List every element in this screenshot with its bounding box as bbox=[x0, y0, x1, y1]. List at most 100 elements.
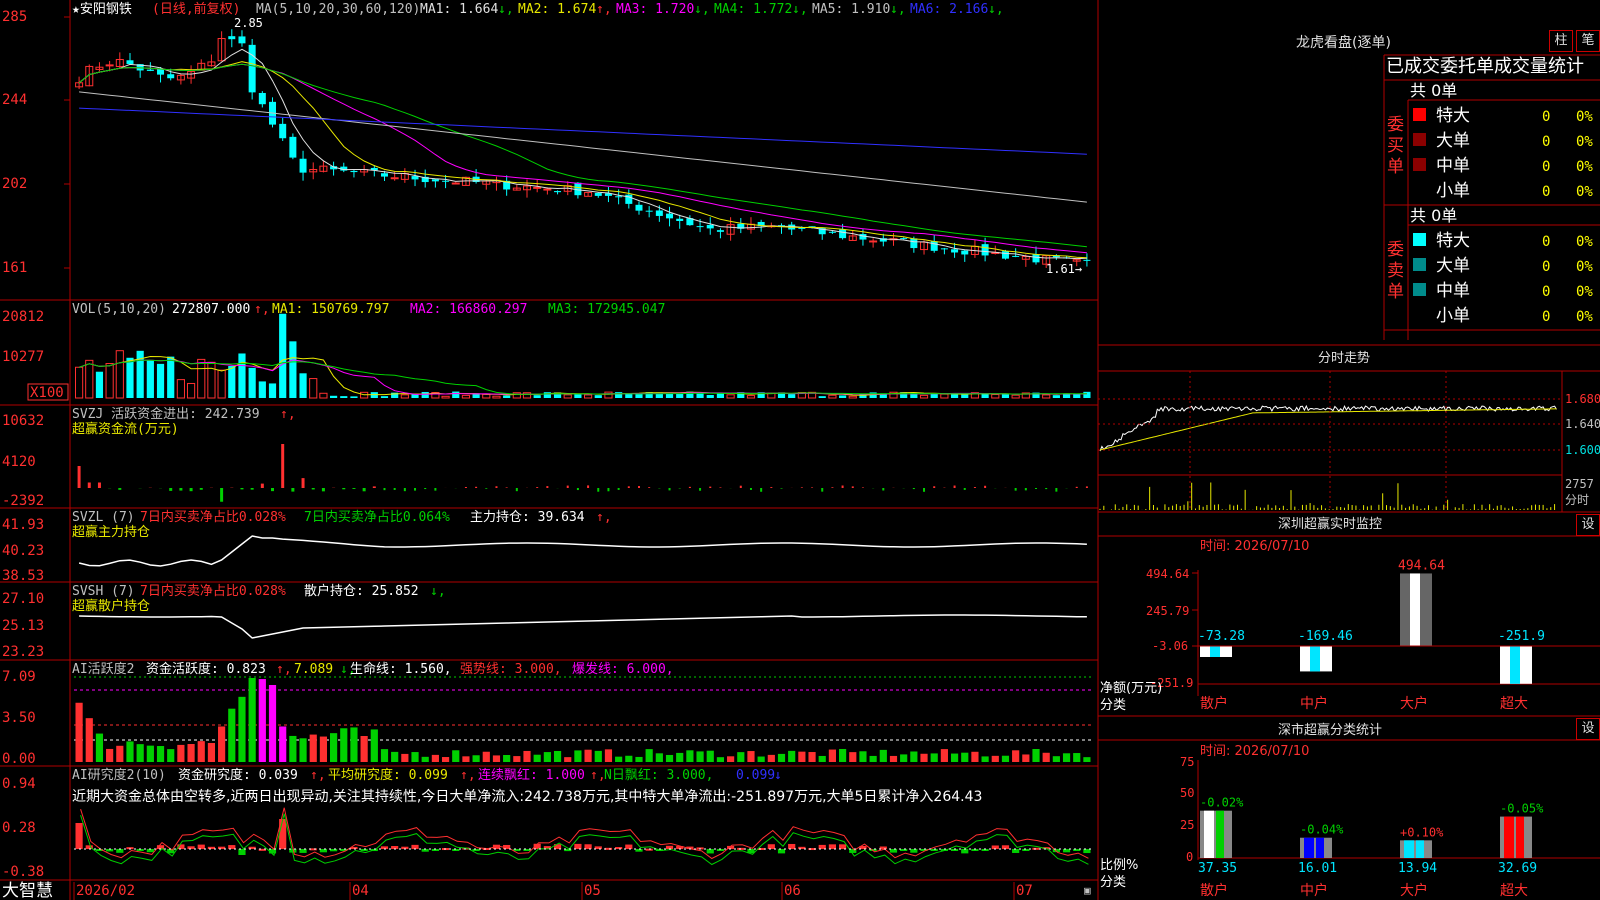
volume-bar bbox=[452, 391, 460, 398]
svzl-holding: 主力持仓: 39.634 bbox=[470, 510, 585, 525]
activity-bar bbox=[818, 755, 826, 762]
row-count: 0 bbox=[1542, 259, 1550, 275]
lock-icon[interactable]: ▣ bbox=[1084, 884, 1091, 897]
ai2-axis-label: 0.28 bbox=[2, 820, 36, 836]
activity-bar bbox=[645, 749, 653, 762]
vol-ma3: MA3: 172945.047 bbox=[548, 302, 665, 317]
volume-bar bbox=[289, 341, 297, 398]
activity-bar bbox=[380, 749, 389, 762]
row-count: 0 bbox=[1542, 284, 1550, 300]
intraday-axis-label: 1.640 bbox=[1565, 417, 1600, 431]
monitor-axis-label: -3.06 bbox=[1152, 639, 1188, 653]
volume-bar bbox=[574, 394, 582, 398]
candle-body bbox=[228, 36, 236, 40]
volume-bar bbox=[828, 394, 837, 399]
monitor-settings-button[interactable]: 设 bbox=[1576, 514, 1600, 536]
candle-body bbox=[554, 191, 562, 193]
row-label: 中单 bbox=[1436, 281, 1470, 301]
activity-bar bbox=[961, 752, 969, 762]
activity-bar bbox=[879, 749, 887, 762]
classify-settings-button[interactable]: 设 bbox=[1576, 718, 1600, 740]
activity-bar bbox=[625, 755, 633, 762]
research-bar bbox=[788, 843, 796, 849]
bar-mode-button[interactable]: 柱 bbox=[1549, 30, 1573, 52]
row-percent: 0% bbox=[1576, 159, 1593, 175]
research-bar bbox=[706, 849, 714, 854]
candle-body bbox=[696, 226, 704, 228]
volume-bar bbox=[238, 353, 246, 398]
research-bar bbox=[187, 846, 195, 849]
research-bars bbox=[74, 807, 1092, 866]
activity-bar bbox=[492, 755, 501, 762]
classify-axis-label: 0 bbox=[1186, 850, 1193, 864]
sell-side-label: 单 bbox=[1387, 282, 1404, 302]
row-percent: 0% bbox=[1576, 184, 1593, 200]
retail-holding-curve bbox=[79, 614, 1087, 639]
volume-bar bbox=[594, 395, 602, 398]
classify-axis-label: 25 bbox=[1180, 818, 1194, 832]
candle-body bbox=[594, 192, 602, 196]
classify-bar-color bbox=[1404, 840, 1414, 858]
price-axis-label: 161 bbox=[2, 260, 27, 276]
row-count: 0 bbox=[1542, 134, 1550, 150]
candle-body bbox=[839, 229, 847, 239]
ma-line bbox=[78, 48, 1087, 260]
svg-text:↑,: ↑, bbox=[460, 768, 476, 783]
row-count: 0 bbox=[1542, 159, 1550, 175]
activity-bar bbox=[1012, 750, 1020, 762]
main-holding-line bbox=[78, 535, 1087, 567]
activity-bar bbox=[655, 753, 663, 762]
tick-mode-button[interactable]: 笔 bbox=[1576, 30, 1600, 52]
candle-body bbox=[289, 136, 297, 158]
ma-line bbox=[78, 63, 1087, 248]
row-swatch bbox=[1413, 258, 1426, 271]
ai1-lifeline: 生命线: 1.560, bbox=[350, 661, 452, 677]
candle-body bbox=[1012, 255, 1020, 257]
row-label: 大单 bbox=[1436, 256, 1470, 276]
activity-bar bbox=[594, 750, 602, 762]
ma-legend-item: MA4: 1.772 bbox=[714, 2, 792, 17]
svsh-axis-label: 23.23 bbox=[2, 644, 44, 660]
order-stats-title: 已成交委托单成交量统计 bbox=[1386, 56, 1584, 77]
ai2-axis-label: -0.38 bbox=[2, 864, 44, 880]
volume-bar bbox=[309, 378, 318, 399]
row-percent: 0% bbox=[1576, 134, 1593, 150]
activity-bar bbox=[309, 734, 317, 762]
activity-bar bbox=[788, 750, 796, 762]
activity-bar bbox=[1001, 755, 1010, 762]
activity-bar bbox=[452, 750, 460, 762]
activity-bar bbox=[146, 745, 154, 762]
row-percent: 0% bbox=[1576, 309, 1593, 325]
svg-text:↑,: ↑, bbox=[310, 768, 326, 783]
research-bar bbox=[1032, 847, 1040, 850]
activity-bar bbox=[767, 754, 775, 762]
price-axis-label: 202 bbox=[2, 176, 27, 192]
row-swatch bbox=[1413, 108, 1426, 121]
svzl-legend: SVZL (7) bbox=[72, 510, 135, 525]
candle-body bbox=[645, 210, 653, 212]
candle-body bbox=[706, 224, 714, 229]
ma-legend-item: MA3: 1.720 bbox=[616, 2, 694, 17]
activity-bar bbox=[330, 733, 338, 762]
candle-body bbox=[451, 182, 460, 185]
research-bar bbox=[767, 844, 775, 849]
activity-bar bbox=[472, 755, 480, 762]
row-swatch bbox=[1413, 158, 1426, 171]
activity-bar bbox=[1042, 752, 1050, 762]
candle-body bbox=[655, 210, 663, 216]
svsh-axis-label: 25.13 bbox=[2, 618, 44, 634]
activity-bar bbox=[665, 754, 674, 762]
research-bar bbox=[828, 844, 836, 849]
classify-bar-accent bbox=[1516, 816, 1524, 858]
svsh-legend: SVSH (7) bbox=[72, 584, 135, 599]
volume-bar bbox=[615, 392, 623, 398]
buy-total: 共 0单 bbox=[1410, 81, 1457, 100]
activity-bar bbox=[421, 756, 429, 762]
svsh-holding: 散户持仓: 25.852 bbox=[304, 583, 419, 599]
research-bar bbox=[910, 849, 918, 853]
row-swatch bbox=[1413, 133, 1426, 146]
classify-bar-accent bbox=[1416, 840, 1424, 858]
row-count: 0 bbox=[1542, 234, 1550, 250]
volume-bar bbox=[330, 395, 338, 398]
activity-bar bbox=[177, 744, 185, 762]
